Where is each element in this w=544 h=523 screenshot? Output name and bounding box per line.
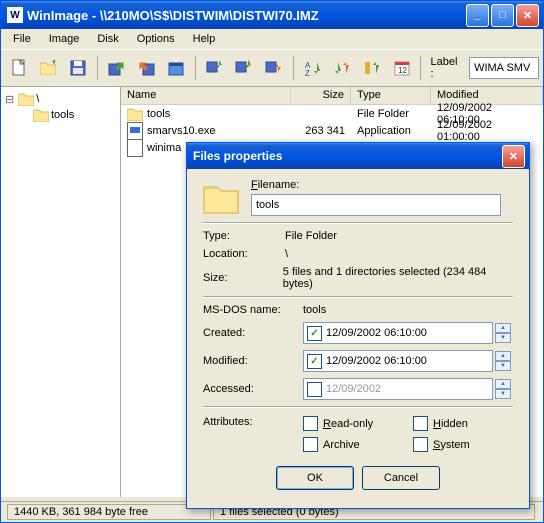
menu-help[interactable]: Help: [185, 31, 224, 47]
inject-dir-button[interactable]: [231, 54, 259, 82]
tree-panel: \ tools: [1, 87, 121, 497]
tree-child-label: tools: [51, 109, 74, 121]
ok-button[interactable]: OK: [276, 466, 354, 490]
minimize-button[interactable]: _: [466, 4, 489, 27]
menu-image[interactable]: Image: [41, 31, 88, 47]
modified-spinner[interactable]: ▲▼: [495, 351, 511, 371]
menu-file[interactable]: File: [5, 31, 39, 47]
calendar-button[interactable]: 12: [388, 54, 416, 82]
list-row[interactable]: smarvs10.exe 263 341 Application 12/09/2…: [121, 122, 543, 139]
hidden-checkbox[interactable]: Hidden: [413, 416, 503, 431]
attributes-label: Attributes:: [203, 416, 303, 428]
label-text: Label :: [426, 56, 467, 80]
exe-icon: [127, 122, 143, 140]
created-spinner[interactable]: ▲▼: [495, 323, 511, 343]
location-label: Location:: [203, 248, 285, 260]
close-button[interactable]: ✕: [516, 4, 539, 27]
inject-button[interactable]: [201, 54, 229, 82]
sort-button[interactable]: AZ: [299, 54, 327, 82]
filename-label: Filename:: [251, 179, 513, 191]
properties-dialog: Files properties ✕ Filename: Type:File F…: [186, 142, 530, 509]
folder-icon: [127, 107, 143, 121]
main-titlebar: W WinImage - \\210MO\S$\DISTWIM\DISTWI70…: [1, 1, 543, 29]
created-label: Created:: [203, 327, 303, 339]
label-input[interactable]: [469, 57, 539, 79]
save-button[interactable]: [64, 54, 92, 82]
header-size[interactable]: Size: [291, 87, 351, 105]
folder-large-icon: [203, 182, 239, 214]
format-button[interactable]: [162, 54, 190, 82]
accessed-label: Accessed:: [203, 383, 303, 395]
folder-icon: [18, 92, 34, 106]
write-disk-button[interactable]: [133, 54, 161, 82]
window-title: WinImage - \\210MO\S$\DISTWIM\DISTWI70.I…: [27, 8, 466, 23]
tree-child[interactable]: tools: [5, 107, 116, 123]
dialog-close-button[interactable]: ✕: [502, 145, 525, 168]
accessed-date-input[interactable]: ✓12/09/2002: [303, 378, 493, 400]
dialog-title: Files properties: [193, 149, 502, 163]
type-value: File Folder: [285, 230, 337, 242]
new-button[interactable]: [5, 54, 33, 82]
size-value: 5 files and 1 directories selected (234 …: [283, 266, 513, 290]
menu-disk[interactable]: Disk: [89, 31, 126, 47]
dialog-titlebar: Files properties ✕: [187, 143, 529, 169]
menubar: File Image Disk Options Help: [1, 29, 543, 49]
modified-date-input[interactable]: ✓12/09/2002 06:10:00: [303, 350, 493, 372]
tree-root-label: \: [36, 93, 39, 105]
svg-text:Z: Z: [305, 69, 310, 78]
header-name[interactable]: Name: [121, 87, 291, 105]
nav-up-button[interactable]: [358, 54, 386, 82]
cancel-button[interactable]: Cancel: [362, 466, 440, 490]
svg-text:12: 12: [398, 66, 407, 75]
menu-options[interactable]: Options: [129, 31, 183, 47]
system-checkbox[interactable]: System: [413, 437, 503, 452]
app-icon: W: [7, 7, 23, 23]
type-label: Type:: [203, 230, 285, 242]
maximize-button[interactable]: □: [491, 4, 514, 27]
size-label: Size:: [203, 272, 283, 284]
toolbar: AZ 12 Label :: [1, 49, 543, 87]
extract-button[interactable]: [260, 54, 288, 82]
created-date-input[interactable]: ✓12/09/2002 06:10:00: [303, 322, 493, 344]
header-type[interactable]: Type: [351, 87, 431, 105]
tree-root[interactable]: \: [5, 91, 116, 107]
msdos-label: MS-DOS name:: [203, 304, 303, 316]
archive-checkbox[interactable]: Archive: [303, 437, 413, 452]
filename-input[interactable]: [251, 194, 501, 216]
file-icon: [127, 139, 143, 157]
modified-label: Modified:: [203, 355, 303, 367]
location-value: \: [285, 248, 288, 260]
read-disk-button[interactable]: [103, 54, 131, 82]
folder-icon: [33, 108, 49, 122]
arrows-button[interactable]: [329, 54, 357, 82]
accessed-spinner[interactable]: ▲▼: [495, 379, 511, 399]
readonly-checkbox[interactable]: Read-only: [303, 416, 413, 431]
msdos-value: tools: [303, 304, 326, 316]
open-button[interactable]: [35, 54, 63, 82]
status-left: 1440 KB, 361 984 byte free: [7, 504, 211, 520]
